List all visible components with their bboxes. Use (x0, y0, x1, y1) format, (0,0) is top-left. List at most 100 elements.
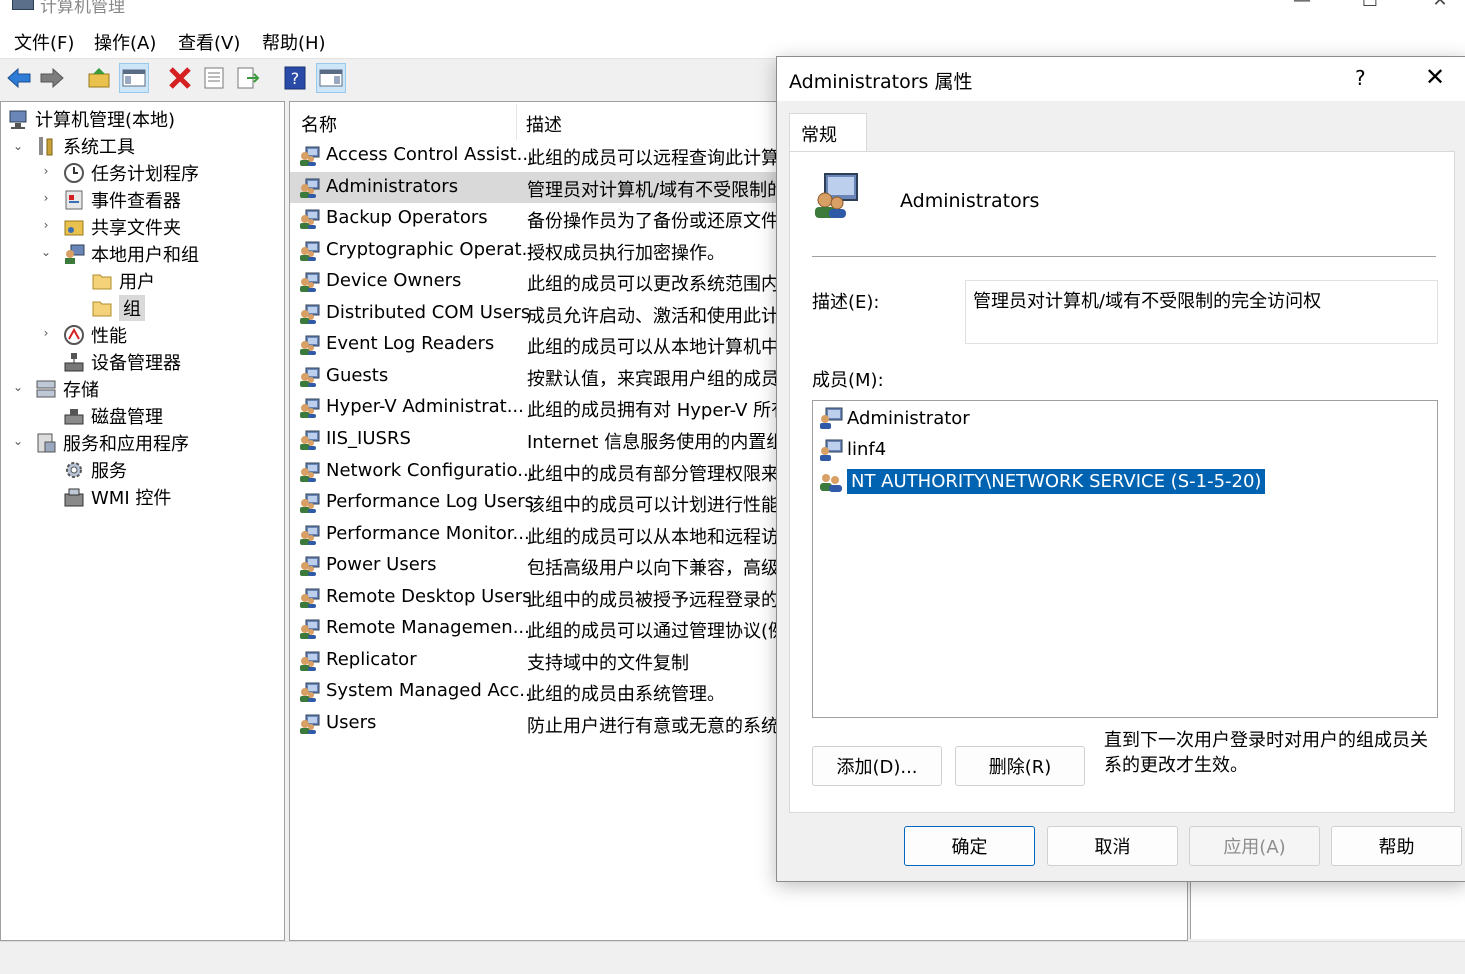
close-icon[interactable]: ✕ (1425, 63, 1445, 91)
divider (812, 256, 1436, 257)
show-hide-action-pane-icon[interactable] (316, 63, 346, 93)
member-item[interactable]: NT AUTHORITY\NETWORK SERVICE (S-1-5-20) (819, 467, 1267, 495)
tree-label: 本地用户和组 (91, 245, 199, 266)
column-header-description[interactable]: 描述 (526, 111, 562, 137)
export-list-icon[interactable] (234, 64, 262, 92)
tree-item-event-viewer[interactable]: 事件查看器 (63, 187, 181, 213)
help-button[interactable]: 帮助 (1331, 826, 1462, 866)
chevron-down-icon[interactable]: ⌄ (11, 434, 25, 448)
remove-button[interactable]: 删除(R) (955, 746, 1085, 786)
back-arrow-icon[interactable] (5, 64, 33, 92)
ok-button[interactable]: 确定 (904, 826, 1035, 866)
tree-item-performance[interactable]: 性能 (63, 322, 127, 348)
delete-icon[interactable] (166, 64, 194, 92)
menu-action[interactable]: 操作(A) (94, 29, 156, 55)
tree-item-device-manager[interactable]: 设备管理器 (63, 349, 181, 375)
group-name-cell: Backup Operators (326, 207, 488, 229)
tree-item-services-apps[interactable]: 服务和应用程序 (35, 430, 189, 456)
group-name-cell: Device Owners (326, 270, 462, 292)
chevron-right-icon[interactable]: › (39, 164, 53, 178)
group-name-cell: Remote Managemen... (326, 617, 530, 639)
tree-item-shared-folders[interactable]: 共享文件夹 (63, 214, 181, 240)
storage-icon (35, 378, 57, 400)
forward-arrow-icon[interactable] (38, 64, 66, 92)
properties-dialog: Administrators 属性 ? ✕ 常规 Administrators … (776, 56, 1465, 882)
description-field[interactable]: 管理员对计算机/域有不受限制的完全访问权 (965, 280, 1438, 344)
tree-item-computer-management[interactable]: 计算机管理(本地) (7, 106, 175, 132)
column-header-name[interactable]: 名称 (301, 111, 337, 137)
chevron-right-icon[interactable]: › (39, 218, 53, 232)
wmi-icon (63, 486, 85, 508)
performance-icon (63, 324, 85, 346)
maximize-button[interactable]: ☐ (1350, 0, 1390, 14)
tree-item-users[interactable]: 用户 (91, 268, 155, 294)
tree-label-selected: 组 (119, 295, 145, 321)
group-name-cell: Guests (326, 364, 389, 386)
tree-label: 服务 (91, 461, 127, 482)
cancel-button[interactable]: 取消 (1047, 826, 1178, 866)
group-description-cell: 此组的成员可以远程查询此计算 (527, 148, 779, 169)
folder-icon (91, 297, 113, 319)
member-name: linf4 (847, 439, 887, 460)
minimize-button[interactable]: — (1282, 0, 1322, 14)
group-icon (298, 303, 320, 325)
group-icon (298, 555, 320, 577)
clock-icon (63, 162, 85, 184)
properties-icon[interactable] (200, 64, 228, 92)
tree-item-system-tools[interactable]: 系统工具 (35, 133, 135, 159)
member-item[interactable]: linf4 (819, 436, 886, 464)
group-name-cell: Power Users (326, 554, 437, 576)
help-icon[interactable]: ? (281, 64, 309, 92)
chevron-down-icon[interactable]: ⌄ (11, 139, 25, 153)
event-viewer-icon (63, 189, 85, 211)
group-icon (811, 172, 859, 220)
members-label: 成员(M): (812, 370, 884, 391)
column-divider[interactable] (516, 104, 517, 140)
tree-item-task-scheduler[interactable]: 任务计划程序 (63, 160, 199, 186)
description-label: 描述(E): (812, 292, 880, 313)
group-icon (298, 618, 320, 640)
group-icon (298, 650, 320, 672)
add-button[interactable]: 添加(D)... (812, 746, 942, 786)
group-name-cell: Performance Log Users (326, 491, 535, 513)
help-question-icon[interactable]: ? (1355, 66, 1366, 90)
tree-item-groups[interactable]: 组 (91, 295, 145, 321)
tree-label: 存储 (63, 380, 99, 401)
tree-item-services[interactable]: 服务 (63, 457, 127, 483)
group-description-cell: 防止用户进行有意或无意的系统 (527, 715, 779, 737)
tree-item-disk-management[interactable]: 磁盘管理 (63, 403, 163, 429)
services-apps-icon (35, 432, 57, 454)
tree-label: 任务计划程序 (91, 164, 199, 185)
group-icon (819, 470, 843, 492)
tab-general[interactable]: 常规 (789, 113, 867, 152)
tree-item-wmi-control[interactable]: WMI 控件 (63, 484, 171, 510)
apply-button[interactable]: 应用(A) (1189, 826, 1320, 866)
folder-icon (91, 270, 113, 292)
chevron-right-icon[interactable]: › (39, 326, 53, 340)
tree-item-storage[interactable]: 存储 (35, 376, 99, 402)
menu-view[interactable]: 查看(V) (178, 29, 240, 55)
group-description-cell: 此组中的成员被授予远程登录的 (527, 589, 779, 611)
chevron-right-icon[interactable]: › (39, 191, 53, 205)
dialog-title: Administrators 属性 (789, 71, 973, 93)
menu-file[interactable]: 文件(F) (14, 29, 74, 55)
tree-label: 共享文件夹 (91, 218, 181, 239)
chevron-down-icon[interactable]: ⌄ (11, 380, 25, 394)
group-description-cell: 此组的成员由系统管理。 (527, 684, 725, 706)
group-icon (298, 334, 320, 356)
close-window-button[interactable]: ✕ (1420, 0, 1460, 14)
window-title: 计算机管理 (40, 0, 125, 17)
group-icon (298, 429, 320, 451)
menu-help[interactable]: 帮助(H) (262, 29, 326, 55)
tree-label: 性能 (91, 326, 127, 347)
member-item[interactable]: Administrator (819, 404, 970, 432)
show-hide-tree-icon[interactable] (119, 63, 149, 93)
user-icon (819, 439, 843, 461)
tree-item-local-users-groups[interactable]: 本地用户和组 (63, 241, 199, 267)
tree-label: 计算机管理(本地) (35, 110, 176, 131)
group-name-cell: IIS_IUSRS (326, 427, 411, 449)
chevron-down-icon[interactable]: ⌄ (39, 245, 53, 259)
up-folder-icon[interactable] (85, 64, 113, 92)
members-list[interactable]: Administrator linf4 NT AUTHORITY\NETWORK S… (812, 400, 1438, 718)
group-icon (298, 366, 320, 388)
